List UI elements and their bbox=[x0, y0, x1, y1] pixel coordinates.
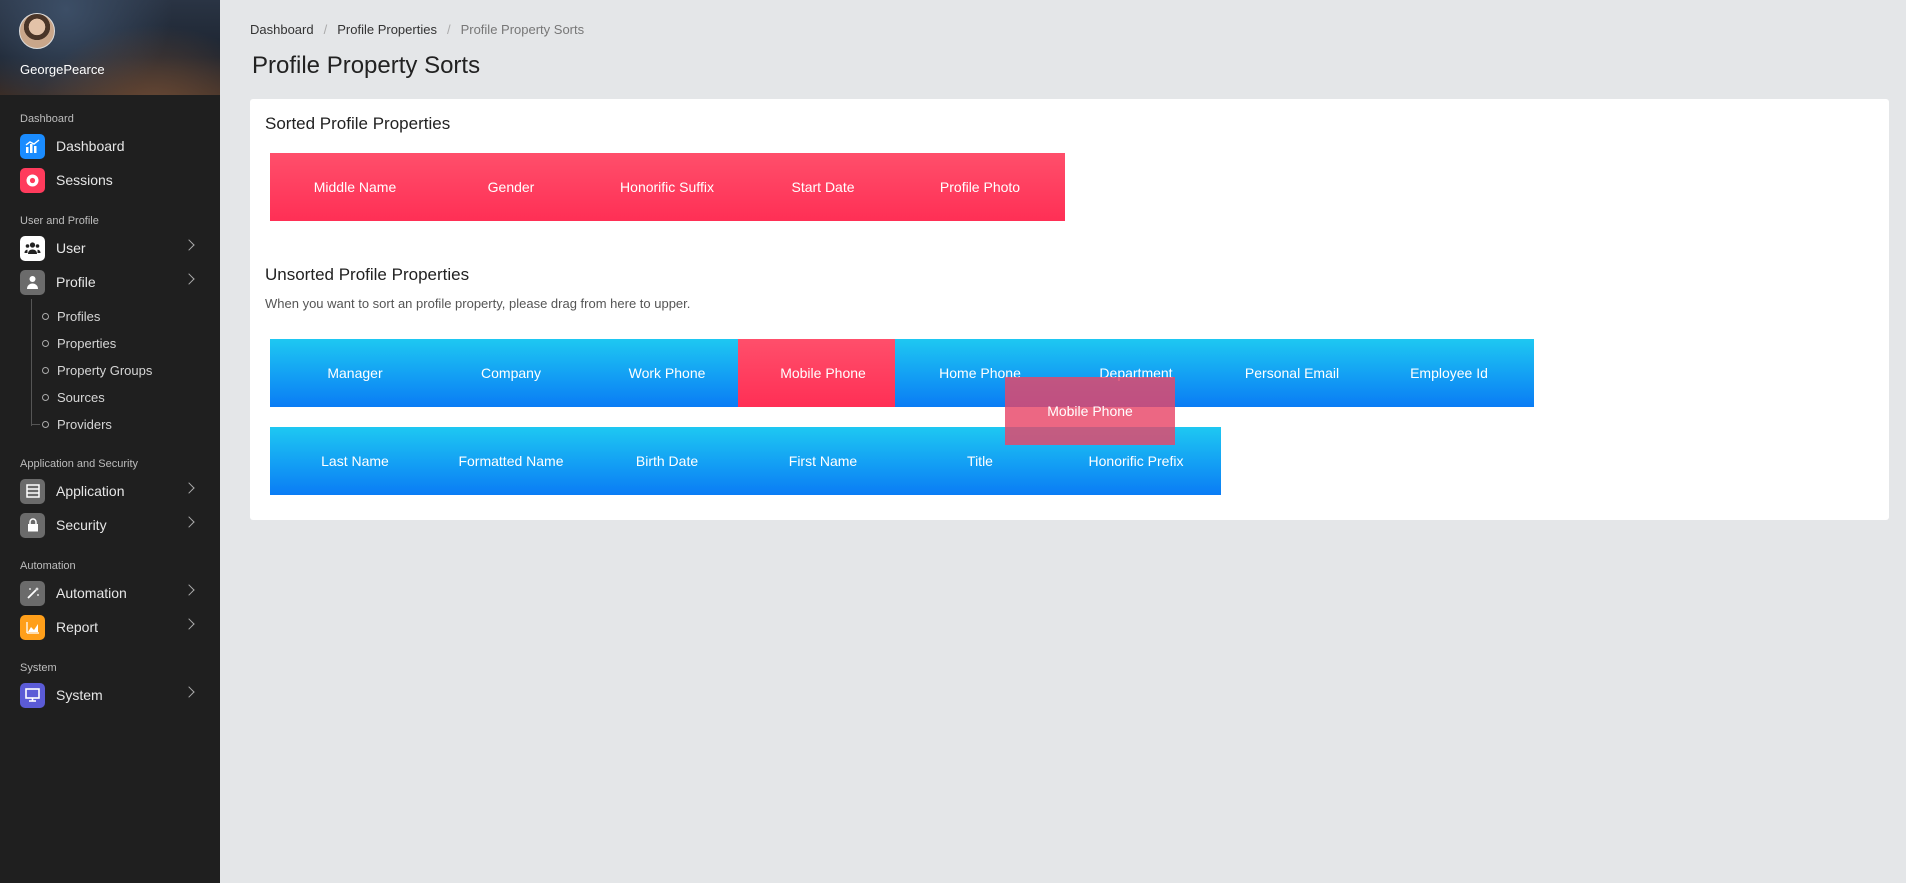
wand-icon bbox=[20, 580, 45, 606]
sidebar-item-user[interactable]: User bbox=[0, 231, 220, 265]
unsorted-tile[interactable]: Formatted Name bbox=[426, 427, 596, 495]
sorted-tile[interactable]: Middle Name bbox=[270, 153, 440, 221]
sidebar-item-dashboard[interactable]: Dashboard bbox=[0, 129, 220, 163]
sidebar-subitem-properties[interactable]: Properties bbox=[30, 330, 220, 357]
chart-icon bbox=[20, 133, 45, 159]
sidebar-item-automation[interactable]: Automation bbox=[0, 576, 220, 610]
section-label-app-security: Application and Security bbox=[20, 458, 139, 470]
sidebar-item-system[interactable]: System bbox=[0, 678, 220, 712]
sidebar-item-label: System bbox=[56, 687, 103, 703]
sidebar-item-label: Automation bbox=[56, 585, 127, 601]
sidebar-item-sessions[interactable]: Sessions bbox=[0, 163, 220, 197]
unsorted-tile[interactable]: Manager bbox=[270, 339, 440, 407]
username[interactable]: GeorgePearce bbox=[20, 62, 105, 77]
section-label-system: System bbox=[20, 662, 57, 674]
profile-subnav: Profiles Properties Property Groups Sour… bbox=[30, 299, 220, 440]
sidebar-item-label: Report bbox=[56, 619, 99, 635]
area-chart-icon bbox=[20, 614, 45, 640]
person-icon bbox=[20, 269, 45, 295]
section-label-user-profile: User and Profile bbox=[20, 215, 99, 227]
chevron-right-icon bbox=[183, 584, 195, 596]
sidebar-item-label: User bbox=[56, 240, 86, 256]
sidebar-item-label: Application bbox=[56, 483, 125, 499]
unsorted-tile-dragging[interactable]: Mobile Phone bbox=[738, 339, 908, 407]
sidebar-subitem-property-groups[interactable]: Property Groups bbox=[30, 357, 220, 384]
sidebar-subitem-label: Property Groups bbox=[57, 363, 153, 378]
sorted-tile[interactable]: Profile Photo bbox=[895, 153, 1065, 221]
breadcrumb-separator: / bbox=[446, 22, 451, 37]
breadcrumb-current: Profile Property Sorts bbox=[460, 22, 585, 37]
monitor-icon bbox=[20, 682, 45, 708]
unsorted-section-title: Unsorted Profile Properties bbox=[265, 265, 470, 284]
sidebar-item-label: Dashboard bbox=[56, 138, 125, 154]
users-icon bbox=[20, 235, 45, 261]
chevron-right-icon bbox=[183, 618, 195, 630]
sidebar-subitem-providers[interactable]: Providers bbox=[30, 411, 220, 438]
drag-ghost-tile[interactable]: Mobile Phone bbox=[1005, 377, 1175, 445]
breadcrumb-link-dashboard[interactable]: Dashboard bbox=[250, 22, 314, 37]
avatar[interactable] bbox=[19, 13, 55, 49]
lock-icon bbox=[20, 512, 45, 538]
breadcrumb-separator: / bbox=[323, 22, 328, 37]
unsorted-tile[interactable]: Employee Id bbox=[1364, 339, 1534, 407]
chevron-right-icon bbox=[183, 273, 195, 285]
sidebar-item-label: Sessions bbox=[56, 172, 113, 188]
sidebar-subitem-label: Sources bbox=[57, 390, 105, 405]
bullet-icon bbox=[42, 421, 49, 428]
drag-hint: When you want to sort an profile propert… bbox=[265, 296, 691, 311]
chevron-right-icon bbox=[183, 482, 195, 494]
sidebar-subitem-profiles[interactable]: Profiles bbox=[30, 303, 220, 330]
record-icon bbox=[20, 167, 45, 193]
unsorted-tile[interactable]: First Name bbox=[738, 427, 908, 495]
sidebar: GeorgePearce Dashboard Dashboard Session… bbox=[0, 0, 220, 883]
unsorted-tile[interactable]: Company bbox=[426, 339, 596, 407]
chevron-right-icon bbox=[183, 686, 195, 698]
page-title: Profile Property Sorts bbox=[252, 52, 481, 79]
bullet-icon bbox=[42, 340, 49, 347]
bullet-icon bbox=[42, 394, 49, 401]
bullet-icon bbox=[42, 313, 49, 320]
sidebar-item-label: Security bbox=[56, 517, 107, 533]
sidebar-item-label: Profile bbox=[56, 274, 96, 290]
sorted-tile[interactable]: Gender bbox=[426, 153, 596, 221]
sidebar-subitem-label: Profiles bbox=[57, 309, 101, 324]
sidebar-subitem-sources[interactable]: Sources bbox=[30, 384, 220, 411]
section-label-automation: Automation bbox=[20, 560, 76, 572]
breadcrumb: Dashboard / Profile Properties / Profile… bbox=[250, 22, 584, 37]
breadcrumb-link-profile-properties[interactable]: Profile Properties bbox=[337, 22, 437, 37]
sorts-card: Sorted Profile Properties Middle Name Ge… bbox=[250, 99, 1889, 520]
chevron-right-icon bbox=[183, 516, 195, 528]
bullet-icon bbox=[42, 367, 49, 374]
sidebar-item-profile[interactable]: Profile bbox=[0, 265, 220, 299]
chevron-right-icon bbox=[183, 239, 195, 251]
sorted-section-title: Sorted Profile Properties bbox=[265, 114, 451, 133]
sorted-tile[interactable]: Start Date bbox=[738, 153, 908, 221]
sidebar-item-report[interactable]: Report bbox=[0, 610, 220, 644]
sidebar-item-security[interactable]: Security bbox=[0, 508, 220, 542]
unsorted-tile[interactable]: Work Phone bbox=[582, 339, 752, 407]
user-header: GeorgePearce bbox=[0, 0, 220, 95]
unsorted-tile[interactable]: Birth Date bbox=[582, 427, 752, 495]
unsorted-tile[interactable]: Last Name bbox=[270, 427, 440, 495]
unsorted-tile[interactable]: Personal Email bbox=[1207, 339, 1377, 407]
sidebar-subitem-label: Properties bbox=[57, 336, 117, 351]
sorted-tile[interactable]: Honorific Suffix bbox=[582, 153, 752, 221]
section-label-dashboard: Dashboard bbox=[20, 113, 74, 125]
sidebar-subitem-label: Providers bbox=[57, 417, 112, 432]
app-icon bbox=[20, 478, 45, 504]
sidebar-item-application[interactable]: Application bbox=[0, 474, 220, 508]
main-content: Dashboard / Profile Properties / Profile… bbox=[220, 0, 1906, 883]
